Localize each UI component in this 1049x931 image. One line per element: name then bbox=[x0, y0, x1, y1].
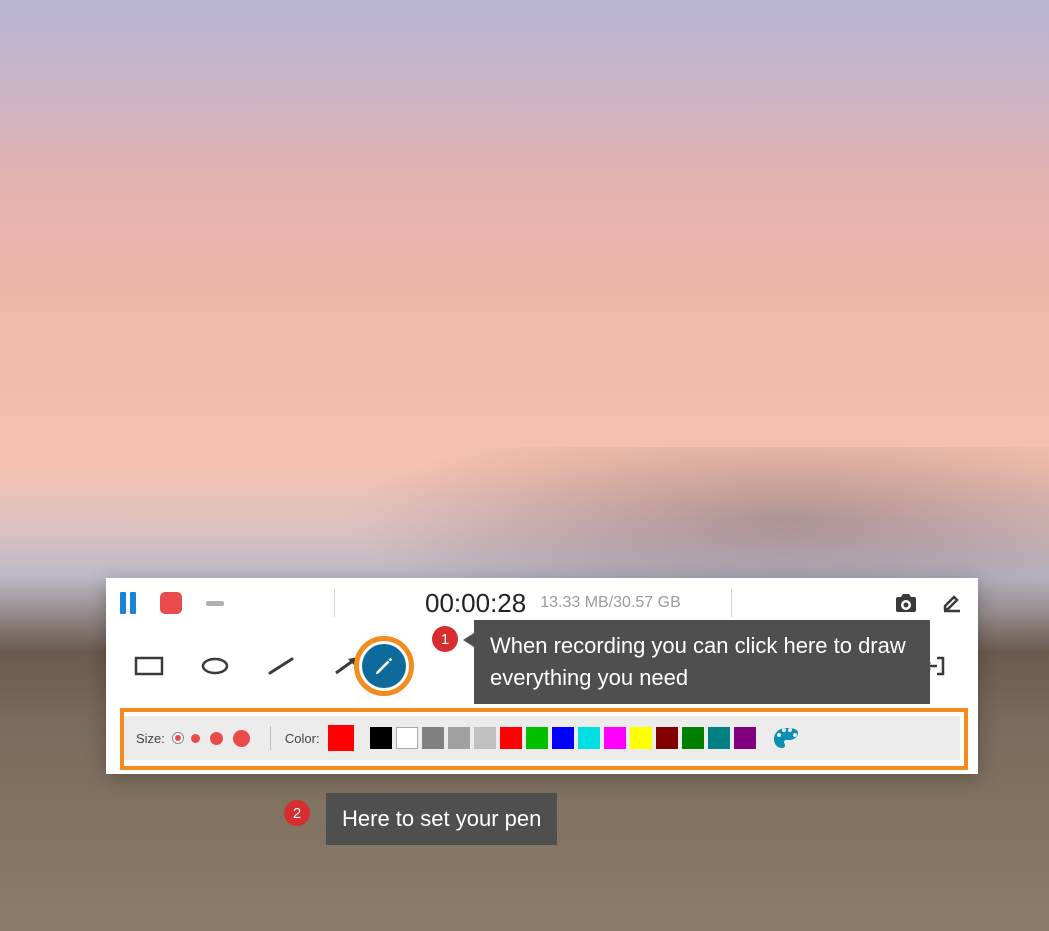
callout-1-arrow bbox=[463, 633, 474, 647]
color-picker-button[interactable] bbox=[772, 726, 800, 750]
callout-badge-1: 1 bbox=[432, 626, 458, 652]
desktop-wallpaper bbox=[0, 0, 1049, 931]
color-swatch-row bbox=[370, 727, 756, 749]
size-dot-3[interactable] bbox=[210, 732, 223, 745]
color-swatch[interactable] bbox=[500, 727, 522, 749]
callout-2-text: Here to set your pen bbox=[326, 793, 557, 845]
callout-badge-2: 2 bbox=[284, 800, 310, 826]
divider bbox=[731, 589, 732, 617]
color-label: Color: bbox=[285, 731, 320, 746]
color-swatch[interactable] bbox=[578, 727, 600, 749]
size-dot-4[interactable] bbox=[233, 730, 250, 747]
divider bbox=[334, 589, 335, 617]
color-swatch[interactable] bbox=[708, 727, 730, 749]
color-swatch[interactable] bbox=[448, 727, 470, 749]
size-dot-group bbox=[175, 730, 250, 747]
color-swatch[interactable] bbox=[630, 727, 652, 749]
color-swatch[interactable] bbox=[734, 727, 756, 749]
rectangle-tool[interactable] bbox=[134, 654, 164, 678]
color-swatch[interactable] bbox=[682, 727, 704, 749]
color-swatch[interactable] bbox=[656, 727, 678, 749]
callout-1-text: When recording you can click here to dra… bbox=[474, 620, 930, 704]
pen-tool[interactable] bbox=[362, 644, 406, 688]
line-tool[interactable] bbox=[266, 654, 296, 678]
color-swatch[interactable] bbox=[474, 727, 496, 749]
color-swatch[interactable] bbox=[396, 727, 418, 749]
minimize-button[interactable] bbox=[206, 601, 224, 606]
pause-button[interactable] bbox=[120, 592, 136, 614]
color-swatch[interactable] bbox=[552, 727, 574, 749]
file-size-label: 13.33 MB/30.57 GB bbox=[540, 594, 681, 612]
size-dot-1[interactable] bbox=[175, 735, 181, 741]
pen-settings-row: Size: Color: bbox=[106, 704, 978, 774]
stop-button[interactable] bbox=[160, 592, 182, 614]
color-swatch[interactable] bbox=[422, 727, 444, 749]
color-swatch[interactable] bbox=[604, 727, 626, 749]
screenshot-button[interactable] bbox=[894, 592, 918, 614]
recording-timer: 00:00:28 bbox=[425, 588, 526, 619]
size-dot-2[interactable] bbox=[191, 734, 200, 743]
color-swatch[interactable] bbox=[370, 727, 392, 749]
size-label: Size: bbox=[136, 731, 165, 746]
color-swatch[interactable] bbox=[526, 727, 548, 749]
ellipse-tool[interactable] bbox=[200, 654, 230, 678]
divider bbox=[270, 726, 271, 750]
edit-button[interactable] bbox=[940, 592, 964, 614]
current-color-swatch[interactable] bbox=[328, 725, 354, 751]
